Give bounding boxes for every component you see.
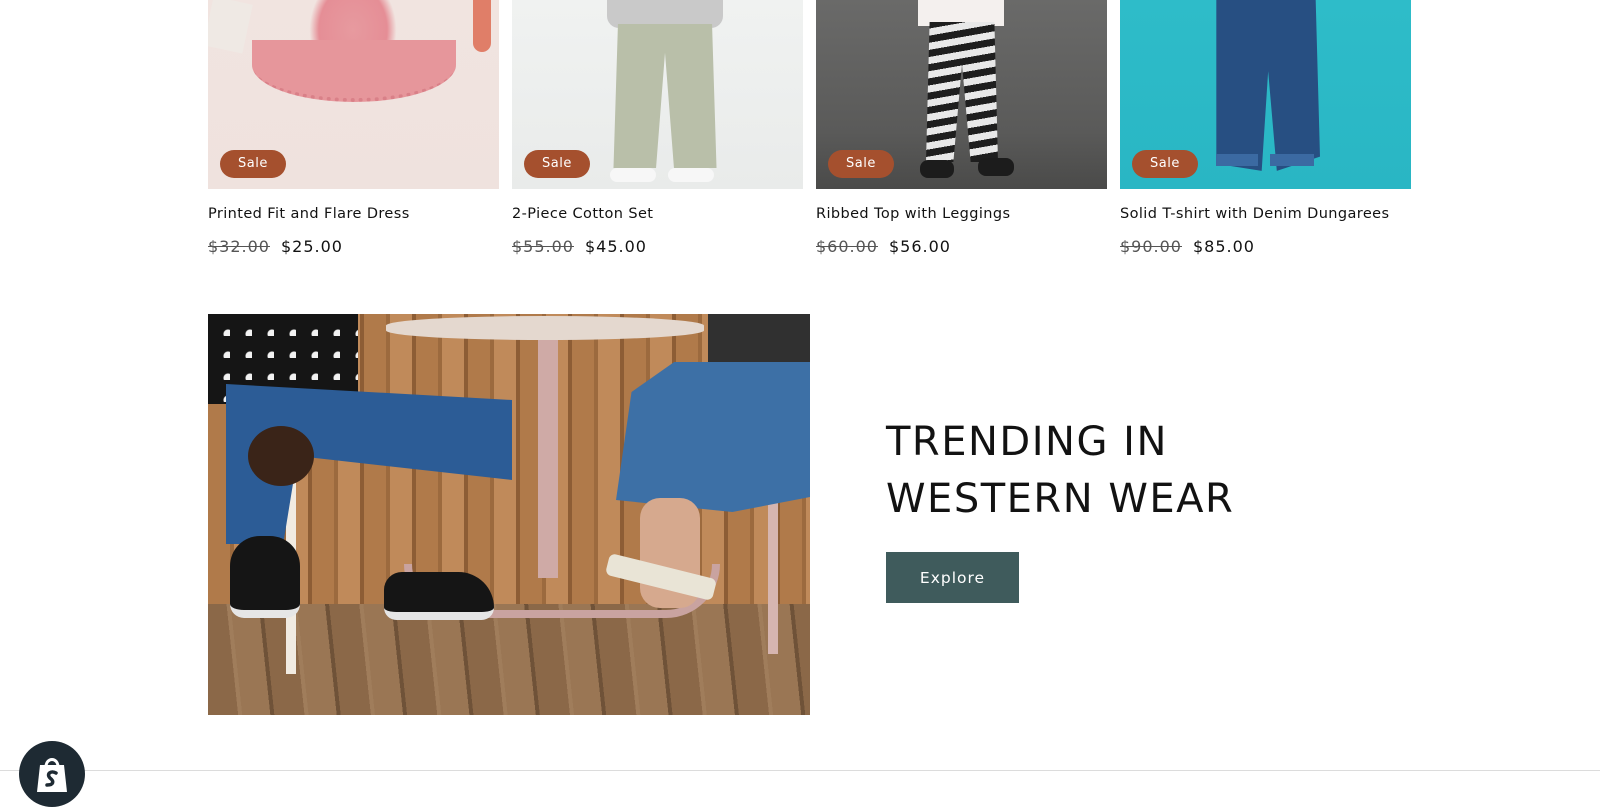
knee (248, 426, 314, 486)
feature-image (208, 314, 810, 715)
product-card-dungarees[interactable]: Sale Solid T-shirt with Denim Dungarees … (1120, 0, 1411, 256)
product-card-dress[interactable]: Sale Printed Fit and Flare Dress $32.00 … (208, 0, 499, 256)
decor-photo (208, 0, 253, 54)
product-title[interactable]: 2-Piece Cotton Set (512, 204, 803, 224)
price-sale: $85.00 (1192, 237, 1255, 256)
product-image-dungarees[interactable]: Sale (1120, 0, 1411, 189)
shopify-badge[interactable] (19, 741, 85, 807)
feature-heading-line2: WESTERN WEAR (886, 476, 1235, 522)
footer-divider (0, 770, 1600, 771)
product-title[interactable]: Ribbed Top with Leggings (816, 204, 1107, 224)
cuff-shape (1270, 154, 1314, 166)
sneaker (384, 572, 494, 620)
price-row: $90.00 $85.00 (1120, 237, 1411, 256)
cuff-shape (1216, 154, 1258, 166)
product-image-dress[interactable]: Sale (208, 0, 499, 189)
dress-shape (252, 40, 456, 102)
sale-badge: Sale (220, 150, 286, 178)
page: Sale Printed Fit and Flare Dress $32.00 … (0, 0, 1600, 811)
pants-shape (613, 24, 717, 168)
price-regular: $60.00 (816, 237, 878, 256)
shopping-bag-icon (37, 758, 67, 792)
price-sale: $45.00 (584, 237, 647, 256)
shirt-shape (607, 0, 723, 28)
price-row: $60.00 $56.00 (816, 237, 1107, 256)
product-title[interactable]: Solid T-shirt with Denim Dungarees (1120, 204, 1411, 224)
feature-heading-line1: TRENDING IN (886, 419, 1168, 465)
price-regular: $32.00 (208, 237, 270, 256)
decor-bottle (473, 0, 491, 52)
leggings-shape (926, 22, 998, 162)
price-sale: $25.00 (280, 237, 343, 256)
price-row: $55.00 $45.00 (512, 237, 803, 256)
feature-heading: TRENDING IN WESTERN WEAR (886, 414, 1486, 528)
chair-leg (768, 484, 778, 654)
product-grid: Sale Printed Fit and Flare Dress $32.00 … (208, 0, 1412, 256)
sale-badge: Sale (828, 150, 894, 178)
table-leg (538, 338, 558, 578)
table-top (386, 316, 704, 340)
shoe-shape (978, 158, 1014, 176)
product-image-leggings[interactable]: Sale (816, 0, 1107, 189)
explore-button[interactable]: Explore (886, 552, 1019, 603)
product-image-cotton-set[interactable]: Sale (512, 0, 803, 189)
price-sale: $56.00 (888, 237, 951, 256)
product-card-cotton-set[interactable]: Sale 2-Piece Cotton Set $55.00 $45.00 (512, 0, 803, 256)
shoe-shape (668, 168, 714, 182)
price-regular: $55.00 (512, 237, 574, 256)
product-title[interactable]: Printed Fit and Flare Dress (208, 204, 499, 224)
product-card-leggings[interactable]: Sale Ribbed Top with Leggings $60.00 $56… (816, 0, 1107, 256)
sneaker (230, 536, 300, 618)
shoe-shape (920, 160, 954, 178)
sale-badge: Sale (524, 150, 590, 178)
price-regular: $90.00 (1120, 237, 1182, 256)
sale-badge: Sale (1132, 150, 1198, 178)
cropped-jeans (616, 362, 810, 512)
feature-content: TRENDING IN WESTERN WEAR Explore (886, 414, 1486, 603)
shoe-shape (610, 168, 656, 182)
price-row: $32.00 $25.00 (208, 237, 499, 256)
deck-floor (208, 604, 810, 715)
dungarees-shape (1216, 0, 1320, 171)
